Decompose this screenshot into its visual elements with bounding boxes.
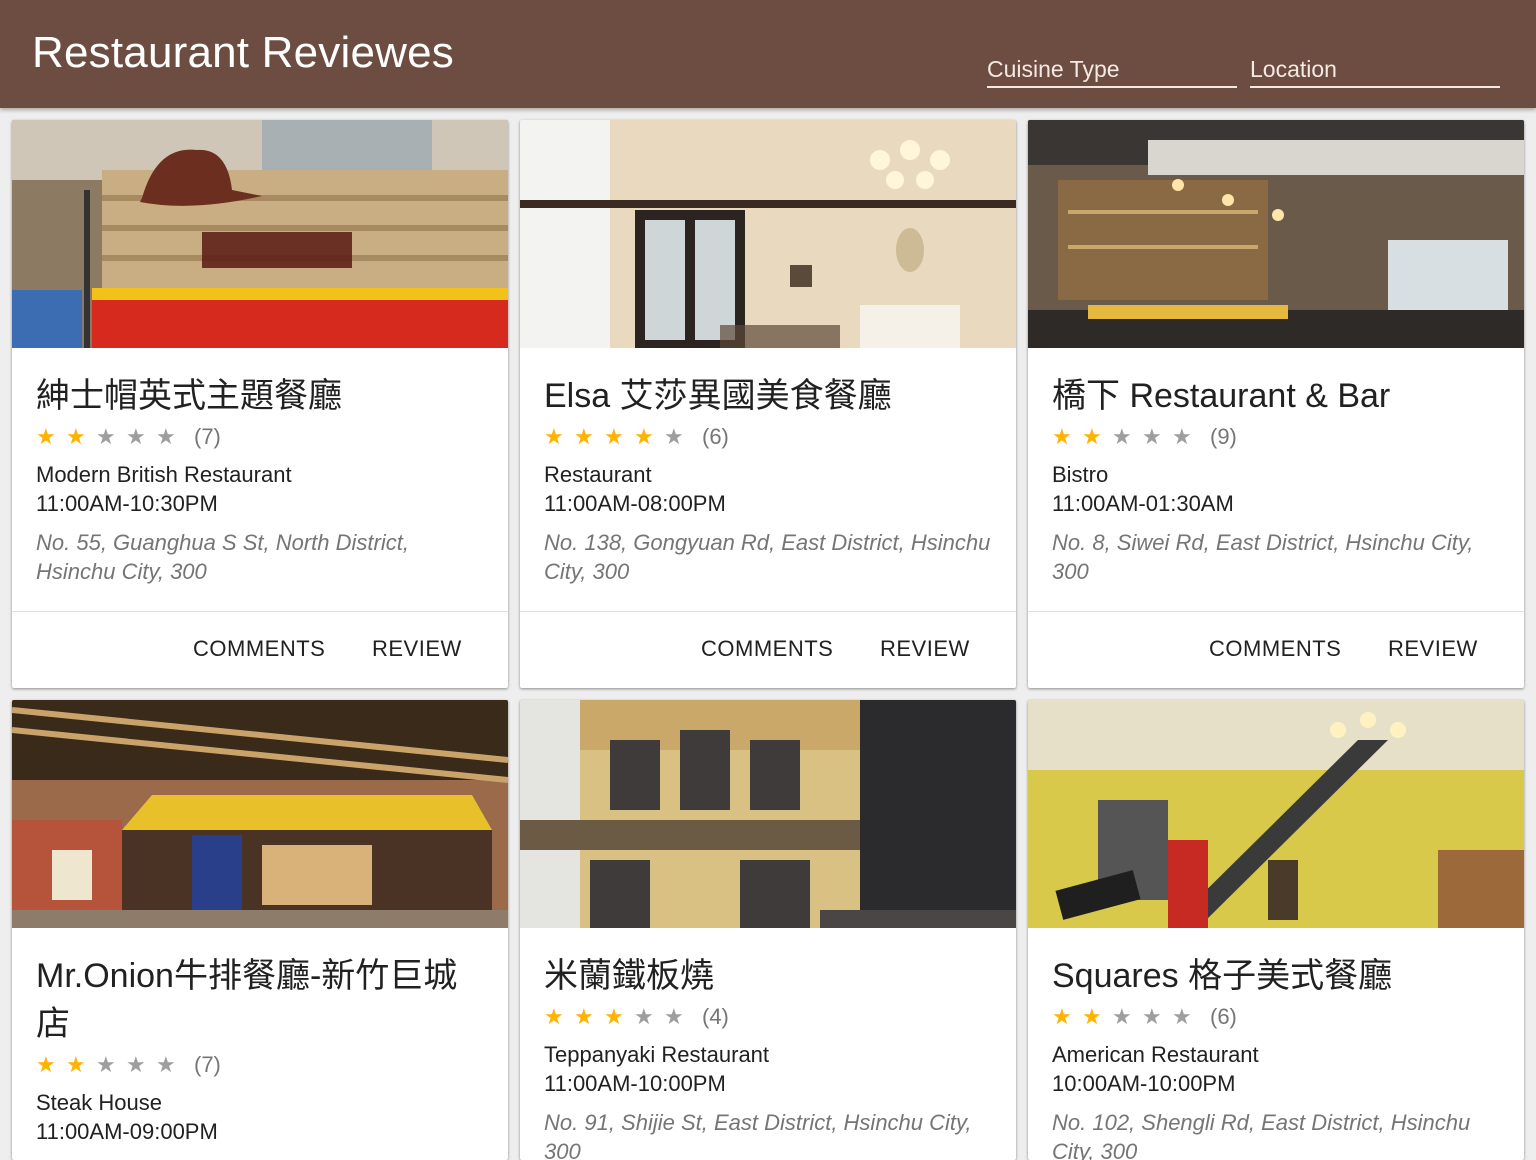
rating: ★ ★ ★ ★ ★ (6) [544,422,999,452]
cuisine-type: Restaurant [544,462,652,487]
restaurant-photo[interactable] [12,700,508,928]
star-icon: ★ [126,1052,146,1077]
address: No. 138, Gongyuan Rd, East District, Hsi… [544,530,991,584]
comments-button[interactable]: COMMENTS [701,636,833,662]
star-icon: ★ [1112,1004,1132,1029]
rating: ★ ★ ★ ★ ★ (9) [1052,422,1507,452]
app-bar: Restaurant Reviewes Cuisine Type Locatio… [0,0,1536,108]
star-icon: ★ [1052,1004,1072,1029]
restaurant-photo[interactable] [1028,120,1524,348]
cuisine-type: Teppanyaki Restaurant [544,1042,770,1067]
star-icon: ★ [1142,1004,1162,1029]
star-icon: ★ [156,1052,176,1077]
card-body: Squares 格子美式餐廳 ★ ★ ★ ★ ★ (6) American Restaur… [1052,952,1507,1160]
star-icon: ★ [634,1004,654,1029]
comments-button[interactable]: COMMENTS [1209,636,1341,662]
rating: ★ ★ ★ ★ ★ (6) [1052,1002,1507,1032]
star-icon: ★ [1172,424,1192,449]
cuisine-type: Modern British Restaurant [36,462,292,487]
restaurant-card: 紳士帽英式主題餐廳 ★ ★ ★ ★ ★ (7) Modern British Restau… [12,120,508,688]
review-count: (9) [1210,424,1237,449]
star-icon: ★ [96,424,116,449]
card-body: 米蘭鐵板燒 ★ ★ ★ ★ ★ (4) Teppanyaki Restaurant 11:… [544,952,999,1160]
cuisine-type-input[interactable]: Cuisine Type [987,50,1237,88]
restaurant-card: Squares 格子美式餐廳 ★ ★ ★ ★ ★ (6) American Restaur… [1028,700,1524,1160]
star-icon: ★ [126,424,146,449]
review-button[interactable]: REVIEW [1388,636,1478,662]
star-icon: ★ [544,1004,564,1029]
opening-hours: 11:00AM-10:30PM [36,491,218,516]
card-actions: COMMENTS REVIEW [1028,611,1524,688]
star-icon: ★ [574,1004,594,1029]
star-icon: ★ [156,424,176,449]
restaurant-photo[interactable] [520,120,1016,348]
restaurant-card: 米蘭鐵板燒 ★ ★ ★ ★ ★ (4) Teppanyaki Restaurant 11:… [520,700,1016,1160]
opening-hours: 11:00AM-08:00PM [544,491,726,516]
star-icon: ★ [66,424,86,449]
comments-button[interactable]: COMMENTS [193,636,325,662]
card-body: Elsa 艾莎異國美食餐廳 ★ ★ ★ ★ ★ (6) Restaurant 11:00A… [544,372,999,586]
opening-hours: 11:00AM-10:00PM [544,1071,726,1096]
restaurant-name[interactable]: Elsa 艾莎異國美食餐廳 [544,372,999,420]
rating: ★ ★ ★ ★ ★ (4) [544,1002,999,1032]
review-button[interactable]: REVIEW [372,636,462,662]
review-count: (4) [702,1004,729,1029]
star-icon: ★ [1082,424,1102,449]
card-body: 橋下 Restaurant & Bar ★ ★ ★ ★ ★ (9) Bistro 11:0… [1052,372,1507,586]
restaurant-photo[interactable] [1028,700,1524,928]
restaurant-name[interactable]: 米蘭鐵板燒 [544,952,999,1000]
star-icon: ★ [66,1052,86,1077]
restaurant-name[interactable]: Squares 格子美式餐廳 [1052,952,1507,1000]
card-actions: COMMENTS REVIEW [520,611,1016,688]
restaurant-photo[interactable] [12,120,508,348]
star-icon: ★ [664,424,684,449]
restaurant-name[interactable]: 橋下 Restaurant & Bar [1052,372,1507,420]
location-input[interactable]: Location [1250,50,1500,88]
app-title: Restaurant Reviewes [32,28,454,77]
address: No. 102, Shengli Rd, East District, Hsin… [1052,1110,1471,1160]
star-icon: ★ [1052,424,1072,449]
cuisine-type: American Restaurant [1052,1042,1259,1067]
restaurant-card: Mr.Onion牛排餐廳-新竹巨城店 ★ ★ ★ ★ ★ (7) Steak House … [12,700,508,1160]
cuisine-type: Steak House [36,1090,162,1115]
restaurant-name[interactable]: Mr.Onion牛排餐廳-新竹巨城店 [36,952,491,1048]
card-actions: COMMENTS REVIEW [12,611,508,688]
address: No. 55, Guanghua S St, North District, H… [36,530,409,584]
star-icon: ★ [1172,1004,1192,1029]
review-count: (7) [194,424,221,449]
star-icon: ★ [1142,424,1162,449]
opening-hours: 11:00AM-01:30AM [1052,491,1234,516]
restaurant-photo[interactable] [520,700,1016,928]
address: No. 91, Shijie St, East District, Hsinch… [544,1110,972,1160]
address: No. 8, Siwei Rd, East District, Hsinchu … [1052,530,1474,584]
star-icon: ★ [1112,424,1132,449]
review-count: (6) [702,424,729,449]
restaurant-card: 橋下 Restaurant & Bar ★ ★ ★ ★ ★ (9) Bistro 11:0… [1028,120,1524,688]
review-count: (7) [194,1052,221,1077]
card-body: Mr.Onion牛排餐廳-新竹巨城店 ★ ★ ★ ★ ★ (7) Steak House … [36,952,491,1146]
star-icon: ★ [604,424,624,449]
star-icon: ★ [36,424,56,449]
rating: ★ ★ ★ ★ ★ (7) [36,422,491,452]
rating: ★ ★ ★ ★ ★ (7) [36,1050,491,1080]
restaurant-card: Elsa 艾莎異國美食餐廳 ★ ★ ★ ★ ★ (6) Restaurant 11:00A… [520,120,1016,688]
star-icon: ★ [574,424,594,449]
star-icon: ★ [604,1004,624,1029]
star-icon: ★ [544,424,564,449]
review-button[interactable]: REVIEW [880,636,970,662]
restaurant-name[interactable]: 紳士帽英式主題餐廳 [36,372,491,420]
cuisine-type: Bistro [1052,462,1109,487]
opening-hours: 10:00AM-10:00PM [1052,1071,1236,1096]
card-body: 紳士帽英式主題餐廳 ★ ★ ★ ★ ★ (7) Modern British Restau… [36,372,491,586]
star-icon: ★ [664,1004,684,1029]
review-count: (6) [1210,1004,1237,1029]
star-icon: ★ [96,1052,116,1077]
star-icon: ★ [634,424,654,449]
star-icon: ★ [36,1052,56,1077]
opening-hours: 11:00AM-09:00PM [36,1119,218,1144]
star-icon: ★ [1082,1004,1102,1029]
